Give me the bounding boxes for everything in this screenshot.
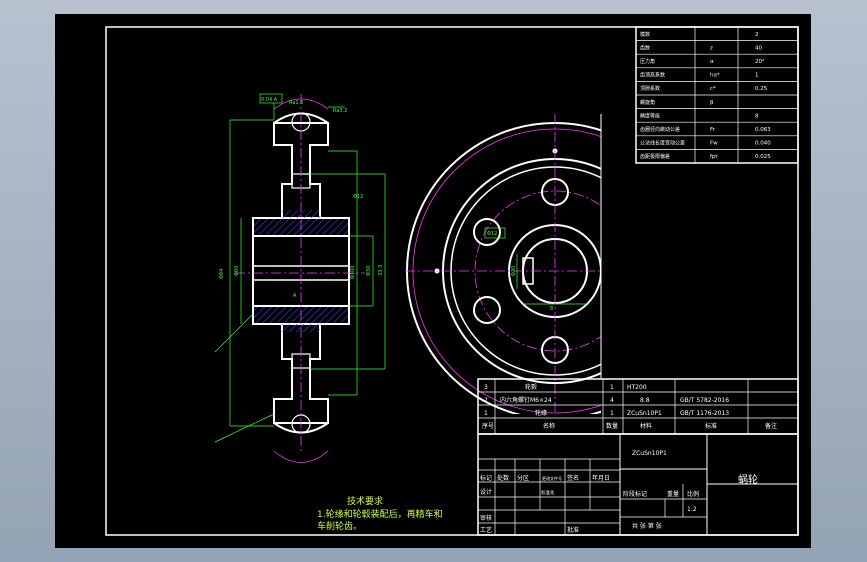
param-cell-9-0: 齿距极限偏差 [640, 153, 670, 160]
param-cell-0-2: 2 [755, 32, 759, 38]
hdr-std: 标准 [705, 422, 717, 430]
lbl-docno: 更改文件号 [542, 475, 562, 481]
part-qty-3: 1 [610, 384, 614, 391]
param-cell-1-0: 齿数 [640, 44, 650, 51]
part-no-2: 2 [484, 397, 488, 404]
param-cell-5-0: 螺旋角 [640, 99, 655, 106]
title-block: ZCuSn10P1 蜗轮 1:2 标记 处数 分区 更改文件号 签名 年月日 设… [477, 433, 799, 536]
param-cell-7-0: 齿圈径向跳动公差 [640, 126, 680, 133]
param-cell-8-0: 公法线长度变动公差 [640, 140, 685, 147]
lbl-zone: 分区 [517, 474, 529, 482]
dim-web: Φ100 [350, 266, 356, 279]
param-cell-8-2: 0.040 [755, 141, 771, 147]
lbl-review: 审核 [480, 514, 492, 522]
lbl-stage: 阶段标记 [623, 490, 647, 498]
part-no-1: 1 [484, 410, 488, 417]
param-cell-1-1: z [710, 45, 713, 51]
param-cell-9-1: fpt [710, 154, 718, 160]
bolt-hole-2 [473, 296, 501, 324]
lbl-weight: 重量 [667, 490, 679, 498]
hdr-qty: 数量 [606, 422, 618, 430]
param-cell-4-0: 顶隙系数 [640, 85, 660, 92]
notes-line-2: 车削轮齿。 [317, 520, 362, 532]
param-cell-3-1: ha* [710, 73, 720, 79]
lbl-designer: 设计 [480, 488, 492, 496]
lbl-count: 处数 [497, 474, 509, 482]
drawing-canvas: 0.04 A Ra1.6 Ra3.2 Φ84 Φ60 Φ100 Φ30 33.3… [55, 14, 811, 548]
param-cell-4-1: c* [710, 86, 716, 92]
param-cell-0-0: 模数 [640, 31, 650, 38]
lbl-process: 工艺 [480, 526, 492, 534]
lbl-sign: 签名 [567, 474, 579, 482]
hdr-mat: 材料 [640, 422, 652, 430]
param-cell-8-1: Fw [710, 141, 718, 147]
roughness-right: Ra3.2 [333, 108, 347, 114]
part-name-2: 内六角螺钉M6×24 [500, 396, 552, 404]
lbl-sheet: 共 张 第 张 [632, 522, 662, 530]
param-cell-3-2: 1 [755, 73, 759, 79]
tolerance-frame: 0.04 A [261, 97, 278, 103]
title-part-name: 蜗轮 [738, 473, 758, 486]
roughness-top: Ra1.6 [289, 100, 303, 106]
part-name-1: 轮缘 [535, 409, 547, 417]
param-cell-2-2: 20° [755, 59, 765, 65]
notes-line-1: 1.轮缘和轮毂装配后，再精车和 [317, 508, 443, 520]
notes-title: 技术要求 [347, 495, 383, 507]
param-cell-7-2: 0.063 [755, 127, 771, 133]
param-cell-6-2: 8 [755, 113, 759, 119]
dim-hub: Φ60 [234, 266, 240, 276]
param-cell-3-0: 齿顶高系数 [640, 72, 665, 79]
front-bore-label: Φ30 [511, 266, 517, 276]
param-cell-6-0: 精度等级 [640, 112, 660, 119]
part-std-2: GB/T 5782-2016 [680, 397, 729, 404]
part-no-3: 3 [484, 384, 488, 391]
hdr-remark: 备注 [765, 422, 777, 430]
param-cell-2-0: 压力角 [640, 58, 655, 65]
title-scale: 1:2 [687, 506, 697, 513]
cad-drawing: 0.04 A Ra1.6 Ra3.2 Φ84 Φ60 Φ100 Φ30 33.3… [105, 26, 799, 536]
part-mat-1: ZCuSn10P1 [627, 410, 662, 417]
section-view [235, 94, 365, 463]
title-material: ZCuSn10P1 [632, 450, 667, 457]
front-key-label: 8 [550, 306, 553, 312]
hdr-no: 序号 [482, 422, 494, 430]
param-cell-4-2: 0.25 [755, 86, 768, 92]
lbl-mark: 标记 [480, 474, 492, 482]
lbl-approve: 批准 [567, 526, 579, 534]
param-cell-5-1: β [710, 100, 714, 106]
lbl-scale: 比例 [687, 490, 699, 498]
dim-outer: Φ84 [219, 269, 225, 279]
param-cell-2-1: α [710, 59, 714, 65]
front-hole-label: Φ12 [487, 231, 497, 237]
dim-hole: Φ12 [353, 194, 363, 200]
tech-notes: 技术要求 1.轮缘和轮毂装配后，再精车和 车削轮齿。 [317, 495, 443, 532]
datum-a: A [293, 293, 297, 299]
lbl-date: 年月日 [592, 474, 610, 482]
dim-key-depth: 33.3 [378, 265, 384, 276]
part-qty-1: 1 [610, 410, 614, 417]
lbl-standardize: 标准化 [541, 489, 555, 496]
parameter-table: 模数 2 齿数 z 40 压力角 α 20° 齿顶高系数 ha* 1 顶隙系数 c* 0.25 螺旋角 β 精度… [635, 26, 799, 164]
hdr-name: 名称 [543, 422, 555, 430]
part-name-3: 轮毂 [525, 383, 537, 391]
param-cell-1-2: 40 [755, 45, 762, 51]
part-mat-3: HT200 [627, 384, 647, 391]
part-qty-2: 4 [610, 397, 614, 404]
dim-bore: Φ30 [366, 266, 372, 276]
part-std-1: GB/T 1176-2013 [680, 410, 729, 417]
param-cell-9-2: 0.025 [755, 154, 771, 160]
param-cell-7-1: Fr [710, 127, 716, 133]
parts-list: 3 轮毂 1 HT200 2 内六角螺钉M6×24 4 8.8 GB/T 578… [477, 378, 799, 435]
part-mat-2: 8.8 [640, 397, 650, 404]
